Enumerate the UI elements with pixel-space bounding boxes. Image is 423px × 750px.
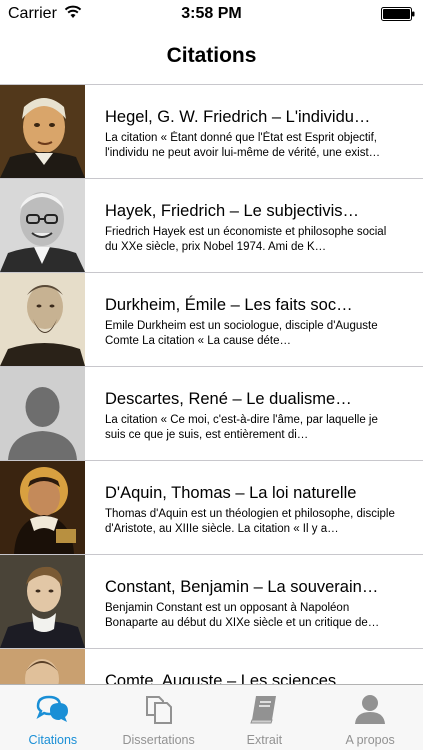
hegel-portrait xyxy=(0,85,85,178)
row-subtitle: Thomas d'Aquin est un théologien et phil… xyxy=(105,508,395,535)
row-title: Durkheim, Émile – Les faits soc… xyxy=(105,296,353,314)
tab-label: Citations xyxy=(28,733,78,747)
tab-extrait[interactable]: Extrait xyxy=(212,685,318,750)
list-item[interactable]: Comte, Auguste – Les sciences xyxy=(0,649,423,684)
tab-citations[interactable]: Citations xyxy=(0,685,106,750)
page-title: Citations xyxy=(166,44,257,67)
row-title: Hayek, Friedrich – Le subjectivis… xyxy=(105,202,360,220)
row-content: Constant, Benjamin – La souverain… Benja… xyxy=(105,577,399,631)
list-item[interactable]: Descartes, René – Le dualisme… La citati… xyxy=(0,367,423,461)
row-content: Comte, Auguste – Les sciences xyxy=(105,671,399,684)
comte-portrait xyxy=(0,649,85,684)
row-title: D'Aquin, Thomas – La loi naturelle xyxy=(105,484,357,502)
tab-label: Extrait xyxy=(246,733,283,747)
aquinas-portrait xyxy=(0,461,85,554)
tab-dissertations[interactable]: Dissertations xyxy=(106,685,212,750)
row-content: Descartes, René – Le dualisme… La citati… xyxy=(105,389,399,443)
tab-bar: Citations Dissertations Extrait A propos xyxy=(0,684,423,750)
tab-a-propos[interactable]: A propos xyxy=(317,685,423,750)
book-icon xyxy=(250,696,277,724)
status-time: 3:58 PM xyxy=(181,5,242,22)
navigation-bar: Citations xyxy=(0,28,423,85)
person-icon xyxy=(355,695,386,724)
row-subtitle: Friedrich Hayek est un économiste et phi… xyxy=(105,226,387,253)
documents-icon xyxy=(145,696,172,724)
constant-portrait xyxy=(0,555,85,648)
row-content: Hegel, G. W. Friedrich – L'individu… La … xyxy=(105,107,399,161)
list-item[interactable]: Durkheim, Émile – Les faits soc… Emile D… xyxy=(0,273,423,367)
list-item[interactable]: D'Aquin, Thomas – La loi naturelle Thoma… xyxy=(0,461,423,555)
list-item[interactable]: Hegel, G. W. Friedrich – L'individu… La … xyxy=(0,85,423,179)
durkheim-portrait xyxy=(0,273,85,366)
citations-list[interactable]: Hegel, G. W. Friedrich – L'individu… La … xyxy=(0,85,423,684)
row-subtitle: Benjamin Constant est un opposant à Napo… xyxy=(105,602,380,629)
row-content: Hayek, Friedrich – Le subjectivis… Fried… xyxy=(105,201,399,255)
row-title: Descartes, René – Le dualisme… xyxy=(105,390,352,408)
row-subtitle: Emile Durkheim est un sociologue, discip… xyxy=(105,320,378,347)
row-content: D'Aquin, Thomas – La loi naturelle Thoma… xyxy=(105,483,399,537)
speech-bubbles-icon xyxy=(36,695,68,722)
tab-label: A propos xyxy=(345,733,395,747)
row-title: Hegel, G. W. Friedrich – L'individu… xyxy=(105,108,371,126)
placeholder-avatar-icon xyxy=(0,367,85,460)
row-subtitle: La citation « Étant donné que l'État est… xyxy=(105,132,381,159)
hayek-portrait xyxy=(0,179,85,272)
list-item[interactable]: Hayek, Friedrich – Le subjectivis… Fried… xyxy=(0,179,423,273)
list-item[interactable]: Constant, Benjamin – La souverain… Benja… xyxy=(0,555,423,649)
status-bar: Carrier 3:58 PM xyxy=(0,0,423,28)
row-content: Durkheim, Émile – Les faits soc… Emile D… xyxy=(105,295,399,349)
row-subtitle: La citation « Ce moi, c'est-à-dire l'âme… xyxy=(105,414,378,441)
tab-label: Dissertations xyxy=(122,733,195,747)
row-title: Constant, Benjamin – La souverain… xyxy=(105,578,379,596)
row-title: Comte, Auguste – Les sciences xyxy=(105,672,337,684)
battery-icon xyxy=(381,7,415,21)
